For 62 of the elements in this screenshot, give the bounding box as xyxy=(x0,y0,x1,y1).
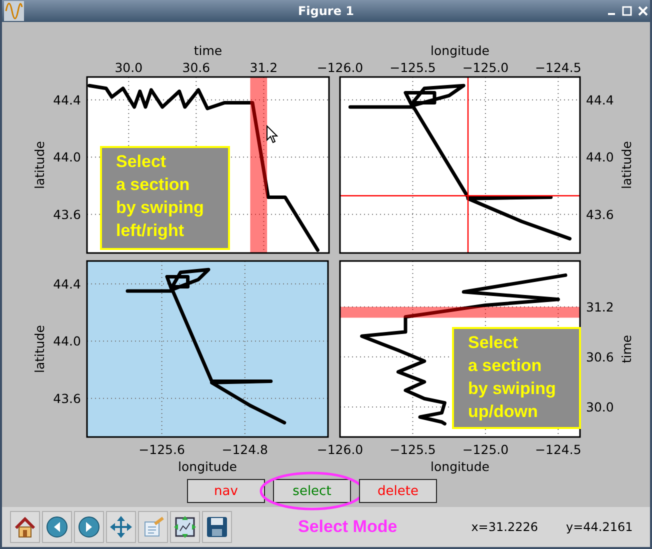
axis-label: time xyxy=(619,334,634,364)
tick-label: 30.0 xyxy=(586,399,614,414)
forward-icon xyxy=(77,515,101,539)
tick-label: 31.2 xyxy=(250,60,278,75)
window-title: Figure 1 xyxy=(296,4,356,18)
mode-button[interactable]: select xyxy=(273,479,351,503)
axis-label: longitude xyxy=(430,459,490,474)
tick-label: 44.0 xyxy=(53,334,81,349)
tick-label: −125.0 xyxy=(462,60,509,75)
maximize-icon[interactable] xyxy=(622,6,632,16)
tick-label: 43.6 xyxy=(53,206,81,222)
tick-label: 44.0 xyxy=(586,150,614,165)
cursor-icon xyxy=(266,125,278,144)
axis-label: latitude xyxy=(32,141,47,189)
tick-label: −124.5 xyxy=(535,60,582,75)
app-icon xyxy=(4,1,24,21)
selection-band[interactable] xyxy=(250,77,268,253)
tick-label: 30.0 xyxy=(114,60,143,75)
mode-button[interactable]: delete xyxy=(359,479,437,503)
selection-band[interactable] xyxy=(340,306,580,318)
plot-area[interactable] xyxy=(340,77,580,253)
tick-label: 43.6 xyxy=(53,390,81,406)
mode-button[interactable]: nav xyxy=(187,479,265,503)
zoom-rect-icon xyxy=(173,515,197,539)
save-button[interactable] xyxy=(202,511,232,543)
tick-label: 30.6 xyxy=(586,349,614,364)
back-button[interactable] xyxy=(42,511,72,543)
instruction-note: Select a section by swiping up/down xyxy=(452,327,581,429)
tick-label: −125.5 xyxy=(390,60,436,75)
tick-label: 30.6 xyxy=(182,60,210,75)
axis-label: longitude xyxy=(430,43,490,58)
axis-label: time xyxy=(194,43,222,58)
mode-status: Select Mode xyxy=(298,517,398,537)
forward-button[interactable] xyxy=(74,511,104,543)
tick-label: 43.6 xyxy=(586,206,614,222)
tick-label: −125.6 xyxy=(138,442,185,457)
axis-label: latitude xyxy=(32,325,47,373)
tick-label: −126.0 xyxy=(316,60,364,75)
x-readout: x=31.2226 xyxy=(471,520,538,534)
tick-label: 44.4 xyxy=(53,276,81,292)
save-icon xyxy=(205,515,229,539)
tick-label: 44.4 xyxy=(53,92,81,108)
home-icon xyxy=(13,515,37,539)
tick-label: 44.4 xyxy=(586,92,614,108)
tick-label: −126.0 xyxy=(316,442,364,457)
y-readout: y=44.2161 xyxy=(566,520,633,534)
move-arrows-button[interactable] xyxy=(106,511,136,543)
zoom-rect-button[interactable] xyxy=(170,511,200,543)
axis-label: longitude xyxy=(178,459,237,474)
instruction-note: Select a section by swiping left/right xyxy=(100,146,230,250)
tick-label: −125.5 xyxy=(390,442,436,457)
tick-label: −124.8 xyxy=(222,442,268,457)
plot-area[interactable] xyxy=(87,261,328,437)
move-arrows-icon xyxy=(109,515,133,539)
axis-label: latitude xyxy=(619,141,634,189)
home-button[interactable] xyxy=(10,511,40,543)
tick-label: 31.2 xyxy=(586,299,614,314)
tick-label: 44.0 xyxy=(53,150,81,165)
back-icon xyxy=(45,515,69,539)
tick-label: −125.0 xyxy=(462,442,509,457)
tick-label: −124.5 xyxy=(535,442,582,457)
close-icon[interactable] xyxy=(638,6,648,16)
